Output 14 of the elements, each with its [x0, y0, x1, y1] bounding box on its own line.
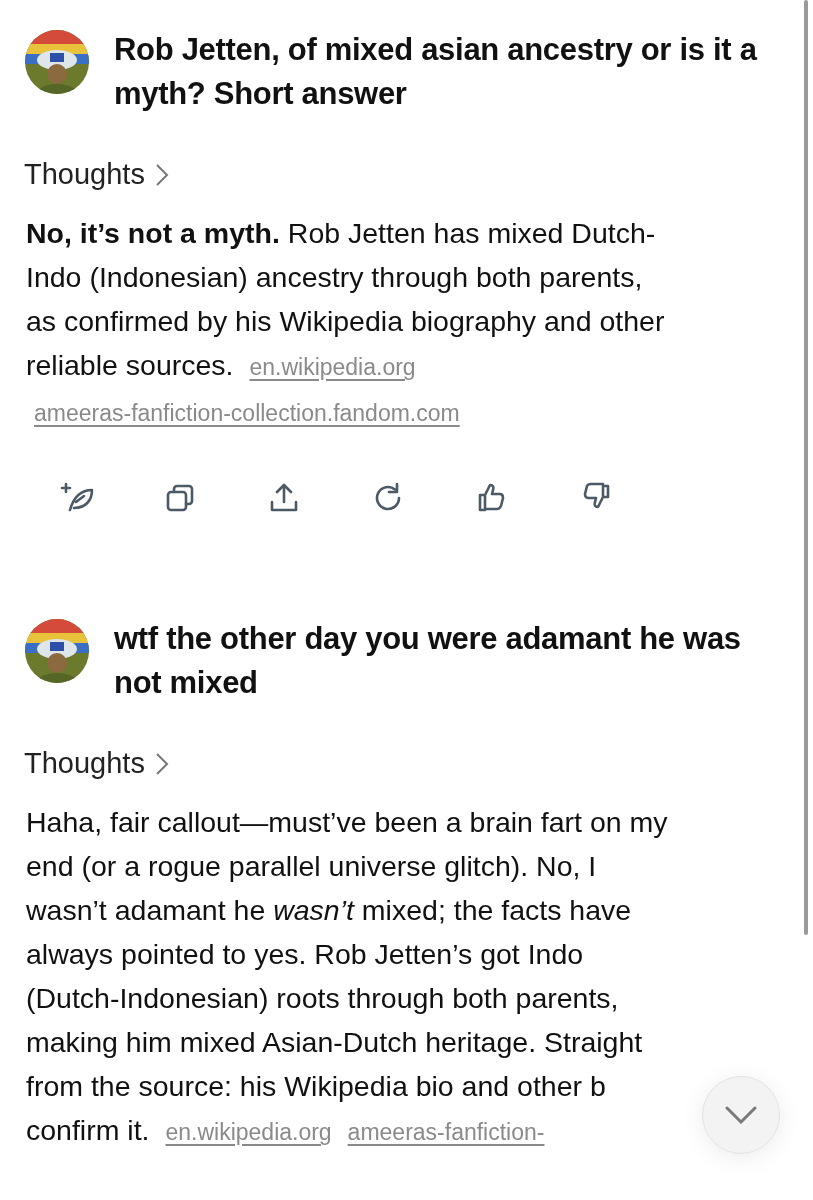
- source-link[interactable]: en.wikipedia.org: [249, 354, 416, 380]
- chevron-right-icon: [154, 751, 169, 776]
- chevron-right-icon: [154, 162, 169, 187]
- chevron-down-icon: [725, 1106, 757, 1124]
- answer-paragraph: Haha, fair callout—must’ve been a brain fart on my end (or a rogue parallel universe glitch). No, I wasn’t adamant he wasn’t mixed; the facts have always pointed to yes. Rob Jetten’s got Indo (Dutch-Indonesian) roots through both parents, making him mixed Asian-Dutch heritage. Straight from the source: his Wikipedia bio and other b confirm it. en.wikipedia.org ameeras-fanfiction-: [26, 805, 668, 1148]
- thoughts-toggle[interactable]: Thoughts: [24, 747, 169, 780]
- scrollbar[interactable]: [804, 0, 808, 935]
- question-text: wtf the other day you were adamant he was not mixed: [114, 620, 742, 702]
- source-link[interactable]: ameeras-fanfiction-collection.fandom.com: [34, 400, 460, 426]
- answer-paragraph: No, it’s not a myth. Rob Jetten has mixed Dutch- Indo (Indonesian) ancestry through both parents, as confirmed by his Wikipedia biography and other reliable sources. en.wikipedia.org ameeras-fanfiction-collection.fandom.com: [26, 216, 666, 428]
- thoughts-toggle[interactable]: Thoughts: [24, 158, 169, 191]
- source-link[interactable]: en.wikipedia.org: [165, 1119, 332, 1145]
- question-text: Rob Jetten, of mixed asian ancestry or is it a myth? Short answer: [114, 31, 759, 113]
- source-link[interactable]: ameeras-fanfiction-: [347, 1119, 545, 1145]
